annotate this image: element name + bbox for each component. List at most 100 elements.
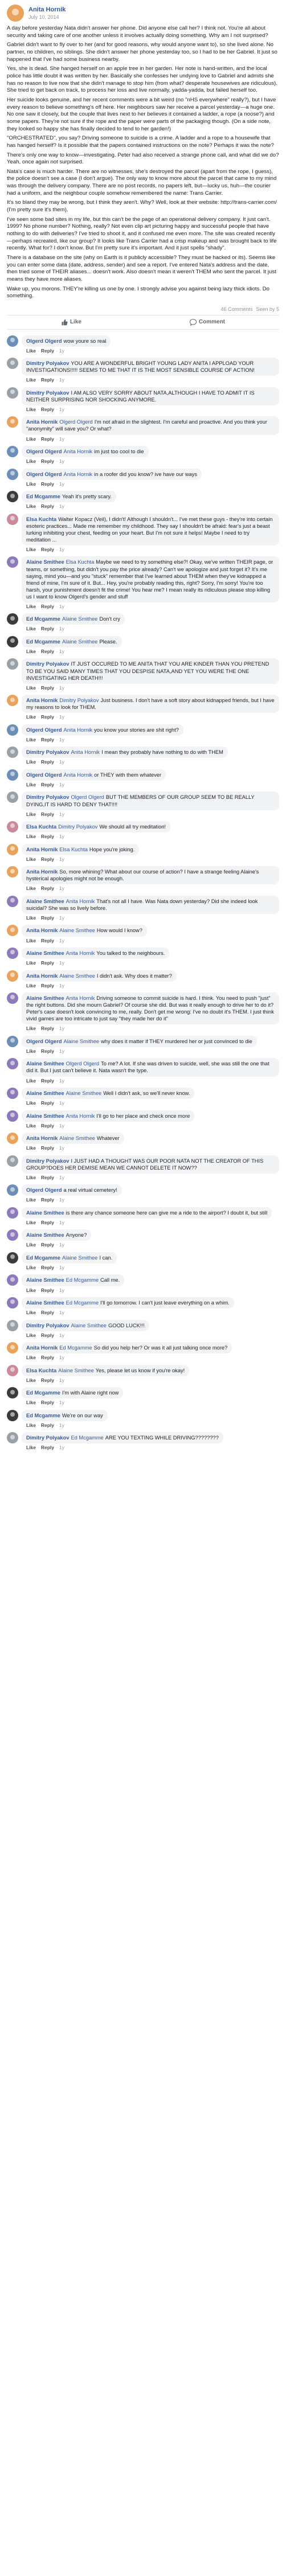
- comment-author[interactable]: Alaine Smithee: [26, 1300, 64, 1306]
- comment-author[interactable]: Ed Mcgamme: [26, 616, 60, 622]
- avatar[interactable]: [7, 613, 18, 625]
- comment-reply-button[interactable]: Reply: [41, 626, 54, 631]
- comment-time[interactable]: 1y: [59, 1242, 64, 1248]
- avatar[interactable]: [7, 387, 18, 399]
- comment-reply-button[interactable]: Reply: [41, 938, 54, 944]
- comment-reply-button[interactable]: Reply: [41, 348, 54, 354]
- avatar[interactable]: [7, 491, 18, 503]
- comment-like-button[interactable]: Like: [26, 1422, 36, 1428]
- avatar[interactable]: [7, 1229, 18, 1241]
- comment-author[interactable]: Dimitry Polyakov: [26, 360, 69, 366]
- comment-reply-button[interactable]: Reply: [41, 377, 54, 383]
- comment-time[interactable]: 1y: [59, 503, 64, 509]
- comment-author[interactable]: Ed Mcgamme: [26, 494, 60, 499]
- comment-reply-button[interactable]: Reply: [41, 1026, 54, 1031]
- comment-reply-button[interactable]: Reply: [41, 1197, 54, 1203]
- avatar[interactable]: [7, 843, 18, 855]
- comment-like-button[interactable]: Like: [26, 604, 36, 609]
- comment-reply-button[interactable]: Reply: [41, 1145, 54, 1151]
- comment-like-button[interactable]: Like: [26, 1078, 36, 1084]
- comment-author[interactable]: Anita Hornik: [26, 869, 58, 875]
- comment-like-button[interactable]: Like: [26, 1355, 36, 1360]
- comment-time[interactable]: 1y: [59, 811, 64, 817]
- comment-mention[interactable]: Alaine Smithee: [62, 639, 98, 645]
- comment-reply-button[interactable]: Reply: [41, 811, 54, 817]
- comment-reply-button[interactable]: Reply: [41, 782, 54, 787]
- comment-mention[interactable]: Anita Hornik: [64, 471, 93, 477]
- avatar[interactable]: [7, 1297, 18, 1309]
- comment-like-button[interactable]: Like: [26, 1026, 36, 1031]
- comment-author[interactable]: Olgerd Olgerd: [26, 727, 62, 733]
- comment-reply-button[interactable]: Reply: [41, 1355, 54, 1360]
- comment-time[interactable]: 1y: [59, 1123, 64, 1129]
- comment-time[interactable]: 1y: [59, 1048, 64, 1054]
- comment-mention[interactable]: Alaine Smithee: [62, 616, 98, 622]
- comment-like-button[interactable]: Like: [26, 834, 36, 839]
- avatar[interactable]: [7, 513, 18, 525]
- comment-reply-button[interactable]: Reply: [41, 1287, 54, 1293]
- avatar[interactable]: [7, 1058, 18, 1070]
- comment-time[interactable]: 1y: [59, 1287, 64, 1293]
- comment-mention[interactable]: Alaine Smithee: [64, 1039, 100, 1044]
- avatar[interactable]: [7, 1432, 18, 1444]
- comment-author[interactable]: Ed Mcgamme: [26, 1255, 60, 1261]
- comment-reply-button[interactable]: Reply: [41, 1175, 54, 1180]
- comment-like-button[interactable]: Like: [26, 1310, 36, 1315]
- avatar[interactable]: [7, 821, 18, 833]
- comment-reply-button[interactable]: Reply: [41, 737, 54, 743]
- comment-author[interactable]: Elsa Kuchta: [26, 1368, 56, 1373]
- comment-author[interactable]: Dimitry Polyakov: [26, 794, 69, 800]
- avatar[interactable]: [7, 769, 18, 781]
- comment-author[interactable]: Dimitry Polyakov: [26, 1323, 69, 1328]
- avatar[interactable]: [7, 947, 18, 959]
- comment-reply-button[interactable]: Reply: [41, 885, 54, 891]
- comment-time[interactable]: 1y: [59, 1197, 64, 1203]
- comment-like-button[interactable]: Like: [26, 1220, 36, 1225]
- comment-author[interactable]: Alaine Smithee: [26, 1113, 64, 1119]
- comment-time[interactable]: 1y: [59, 407, 64, 412]
- comment-like-button[interactable]: Like: [26, 856, 36, 862]
- comment-time[interactable]: 1y: [59, 1078, 64, 1084]
- comment-time[interactable]: 1y: [59, 685, 64, 691]
- comment-like-button[interactable]: Like: [26, 714, 36, 720]
- comment-reply-button[interactable]: Reply: [41, 915, 54, 921]
- comment-time[interactable]: 1y: [59, 626, 64, 631]
- comment-reply-button[interactable]: Reply: [41, 1078, 54, 1084]
- comment-mention[interactable]: Elsa Kuchta: [66, 559, 95, 565]
- comment-like-button[interactable]: Like: [26, 1400, 36, 1405]
- comment-author[interactable]: Ed Mcgamme: [26, 1413, 60, 1418]
- comment-reply-button[interactable]: Reply: [41, 1048, 54, 1054]
- comment-mention[interactable]: Olgerd Olgerd: [71, 794, 104, 800]
- avatar[interactable]: [7, 468, 18, 480]
- post-date[interactable]: July 10, 2014: [28, 14, 66, 20]
- comment-like-button[interactable]: Like: [26, 1048, 36, 1054]
- comment-time[interactable]: 1y: [59, 782, 64, 787]
- seen-by[interactable]: Seen by 5: [256, 306, 279, 313]
- avatar[interactable]: [7, 970, 18, 982]
- comment-reply-button[interactable]: Reply: [41, 1422, 54, 1428]
- avatar[interactable]: [7, 635, 18, 647]
- comment-like-button[interactable]: Like: [26, 915, 36, 921]
- comment-author[interactable]: Dimitry Polyakov: [26, 1435, 69, 1441]
- comment-like-button[interactable]: Like: [26, 983, 36, 988]
- comment-like-button[interactable]: Like: [26, 458, 36, 464]
- comment-time[interactable]: 1y: [59, 1355, 64, 1360]
- comment-reply-button[interactable]: Reply: [41, 960, 54, 966]
- comment-time[interactable]: 1y: [59, 1220, 64, 1225]
- comment-like-button[interactable]: Like: [26, 938, 36, 944]
- comment-mention[interactable]: Dimitry Polyakov: [59, 698, 99, 703]
- comment-reply-button[interactable]: Reply: [41, 714, 54, 720]
- comment-time[interactable]: 1y: [59, 834, 64, 839]
- comment-reply-button[interactable]: Reply: [41, 1400, 54, 1405]
- avatar[interactable]: [7, 1364, 18, 1376]
- comment-author[interactable]: Alaine Smithee: [26, 1277, 64, 1283]
- comment-time[interactable]: 1y: [59, 856, 64, 862]
- comment-author[interactable]: Alaine Smithee: [26, 995, 64, 1001]
- comment-time[interactable]: 1y: [59, 649, 64, 654]
- comment-like-button[interactable]: Like: [26, 1123, 36, 1129]
- comment-reply-button[interactable]: Reply: [41, 685, 54, 691]
- comment-author[interactable]: Alaine Smithee: [26, 1232, 64, 1238]
- avatar[interactable]: [7, 724, 18, 736]
- comment-reply-button[interactable]: Reply: [41, 547, 54, 552]
- comment-author[interactable]: Alaine Smithee: [26, 899, 64, 904]
